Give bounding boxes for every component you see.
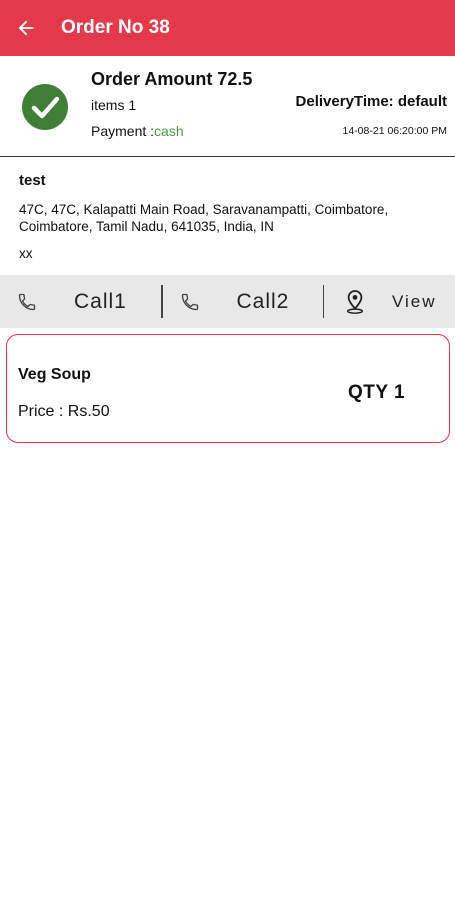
customer-name: test — [19, 172, 46, 189]
back-button[interactable] — [4, 0, 48, 56]
payment-value: cash — [154, 123, 184, 139]
call1-label: Call1 — [74, 289, 127, 313]
item-name: Veg Soup — [18, 366, 91, 383]
call2-label: Call2 — [236, 289, 290, 313]
order-summary: Order Amount 72.5 items 1 Payment :cash … — [0, 56, 455, 157]
list-item: Veg Soup Price : Rs.50 QTY 1 — [6, 334, 450, 443]
phone-icon — [181, 293, 198, 310]
phone-icon — [18, 293, 36, 310]
customer-details: test 47C, 47C, Kalapatti Main Road, Sara… — [19, 172, 439, 261]
order-amount: Order Amount 72.5 — [91, 69, 253, 89]
call2-button[interactable]: Call2 — [163, 275, 323, 328]
item-price: Price : Rs.50 — [18, 403, 110, 420]
app-bar: Order No 38 — [0, 0, 455, 56]
order-datetime: 14-08-21 06:20:00 PM — [342, 125, 448, 137]
customer-address: 47C, 47C, Kalapatti Main Road, Saravanam… — [19, 202, 389, 234]
call1-button[interactable]: Call1 — [0, 275, 161, 328]
view-location-button[interactable]: View — [324, 275, 455, 328]
map-pin-icon — [346, 289, 364, 314]
arrow-left-icon — [18, 20, 34, 36]
page-title: Order No 38 — [61, 17, 170, 38]
items-count: items 1 — [91, 97, 137, 113]
action-bar: Call1 Call2 View — [0, 275, 455, 328]
customer-note: xx — [19, 246, 33, 261]
payment-info: Payment :cash — [91, 123, 184, 139]
delivery-time: DeliveryTime: default — [295, 93, 447, 110]
item-qty: QTY 1 — [348, 382, 406, 403]
view-label: View — [392, 291, 437, 311]
check-circle-icon — [22, 84, 68, 130]
payment-label: Payment : — [91, 123, 155, 139]
